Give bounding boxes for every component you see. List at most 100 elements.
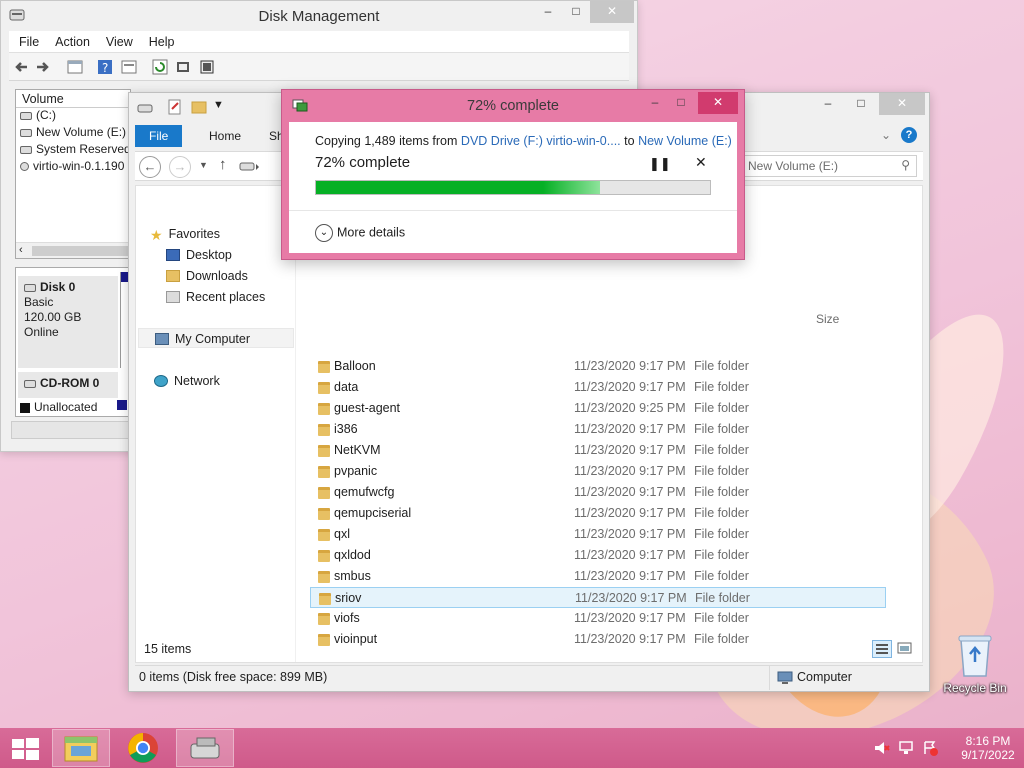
volume-column-header[interactable]: Volume: [16, 90, 130, 108]
windows-logo-icon: [12, 738, 39, 760]
status-divider: [769, 666, 770, 690]
minimize-button[interactable]: –: [813, 93, 843, 115]
network-icon[interactable]: [898, 740, 914, 756]
file-row[interactable]: sriov 11/23/2020 9:17 PM File folder: [310, 587, 886, 608]
recycle-bin-shortcut[interactable]: Recycle Bin: [940, 630, 1010, 702]
volume-row[interactable]: New Volume (E:): [16, 125, 130, 142]
explorer-status-bar: 0 items (Disk free space: 899 MB) Comput…: [135, 665, 923, 690]
disk-icon: [24, 283, 36, 292]
close-button[interactable]: ✕: [698, 92, 738, 114]
file-row[interactable]: viofs 11/23/2020 9:17 PM File folder: [310, 608, 886, 629]
nav-favorites[interactable]: ★ Favorites: [150, 224, 220, 244]
disk-list-icon[interactable]: [199, 59, 215, 75]
pause-button[interactable]: ❚❚: [649, 156, 671, 172]
nav-label: Downloads: [186, 269, 248, 283]
file-row[interactable]: qxl 11/23/2020 9:17 PM File folder: [310, 524, 886, 545]
file-row[interactable]: qxldod 11/23/2020 9:17 PM File folder: [310, 545, 886, 566]
folder-icon: [318, 550, 330, 562]
file-row[interactable]: Balloon 11/23/2020 9:17 PM File folder: [310, 356, 886, 377]
disk-status: Online: [24, 325, 59, 339]
details-view-icon[interactable]: [872, 640, 892, 658]
file-name: i386: [334, 422, 358, 436]
nav-downloads[interactable]: Downloads: [166, 266, 248, 286]
tab-file[interactable]: File: [135, 125, 183, 147]
cdrom-icon: [24, 379, 36, 388]
up-arrow-icon[interactable]: ↑: [219, 156, 227, 173]
menu-help[interactable]: Help: [139, 31, 181, 49]
size-column-header[interactable]: Size: [816, 312, 839, 326]
folder-icon: [318, 382, 330, 394]
nav-recent-places[interactable]: Recent places: [166, 287, 265, 307]
file-row[interactable]: data 11/23/2020 9:17 PM File folder: [310, 377, 886, 398]
file-row[interactable]: smbus 11/23/2020 9:17 PM File folder: [310, 566, 886, 587]
drive-icon: [20, 145, 32, 154]
menu-file[interactable]: File: [9, 31, 45, 49]
file-type: File folder: [694, 359, 749, 373]
file-row[interactable]: NetKVM 11/23/2020 9:17 PM File folder: [310, 440, 886, 461]
close-button[interactable]: ✕: [590, 1, 634, 23]
search-input[interactable]: h New Volume (E:) ⚲: [731, 155, 917, 177]
nav-my-computer[interactable]: My Computer: [138, 328, 294, 348]
file-row[interactable]: pvpanic 11/23/2020 9:17 PM File folder: [310, 461, 886, 482]
nav-label: Desktop: [186, 248, 232, 262]
file-type: File folder: [694, 569, 749, 583]
minimize-button[interactable]: –: [642, 92, 668, 114]
volume-row[interactable]: System Reserved: [16, 142, 130, 159]
file-name: data: [334, 380, 359, 394]
star-icon: ★: [150, 227, 163, 243]
more-details-button[interactable]: ⌄ More details: [315, 224, 405, 242]
file-row[interactable]: qemufwcfg 11/23/2020 9:17 PM File folder: [310, 482, 886, 503]
search-icon[interactable]: ⚲: [901, 158, 910, 172]
file-row[interactable]: vioinput 11/23/2020 9:17 PM File folder: [310, 629, 886, 650]
action-center-alert-icon[interactable]: [922, 740, 938, 756]
recent-locations-dropdown-icon[interactable]: ▼: [199, 160, 208, 170]
maximize-button[interactable]: □: [668, 92, 694, 114]
maximize-button[interactable]: □: [562, 1, 590, 23]
forward-arrow-icon[interactable]: [35, 59, 51, 75]
large-icons-view-icon[interactable]: [896, 640, 914, 658]
destination-link[interactable]: New Volume (E:): [638, 134, 732, 148]
cdrom-0-info[interactable]: CD-ROM 0: [18, 372, 118, 398]
cancel-button[interactable]: ✕: [695, 154, 707, 171]
taskbar-chrome[interactable]: [114, 729, 172, 767]
menu-view[interactable]: View: [96, 31, 139, 49]
quick-access-dropdown-icon[interactable]: ▼: [213, 99, 224, 111]
clock[interactable]: 8:16 PM 9/17/2022: [958, 734, 1018, 762]
new-folder-icon[interactable]: [191, 99, 207, 115]
close-button[interactable]: ✕: [879, 93, 925, 115]
refresh-icon[interactable]: [152, 59, 168, 75]
file-row[interactable]: qemupciserial 11/23/2020 9:17 PM File fold…: [310, 503, 886, 524]
minimize-button[interactable]: –: [534, 1, 562, 23]
help-icon[interactable]: ?: [901, 127, 917, 143]
scrollbar-thumb[interactable]: [32, 246, 128, 256]
nav-desktop[interactable]: Desktop: [166, 245, 232, 265]
scroll-left-icon[interactable]: ‹: [19, 244, 23, 256]
taskbar-disk-management[interactable]: [176, 729, 234, 767]
ribbon-expand-icon[interactable]: ⌄: [881, 128, 891, 142]
volume-row[interactable]: virtio-win-0.1.190: [16, 159, 130, 176]
properties-quick-icon[interactable]: [167, 99, 183, 115]
file-row[interactable]: i386 11/23/2020 9:17 PM File folder: [310, 419, 886, 440]
taskbar-file-explorer[interactable]: [52, 729, 110, 767]
source-link[interactable]: DVD Drive (F:) virtio-win-0....: [461, 134, 621, 148]
back-arrow-icon[interactable]: [13, 59, 29, 75]
console-tree-icon[interactable]: [67, 59, 83, 75]
nav-network[interactable]: Network: [154, 371, 220, 391]
file-date: 11/23/2020 9:17 PM: [574, 422, 686, 436]
settings-icon[interactable]: [175, 59, 191, 75]
file-row[interactable]: guest-agent 11/23/2020 9:25 PM File folder: [310, 398, 886, 419]
horizontal-scrollbar[interactable]: ‹: [16, 242, 130, 258]
volume-muted-icon[interactable]: [874, 741, 890, 755]
tab-home[interactable]: Home: [195, 125, 255, 147]
help-icon[interactable]: ?: [97, 59, 113, 75]
back-button[interactable]: ←: [139, 156, 161, 178]
file-explorer-icon: [64, 736, 98, 762]
properties-icon[interactable]: [121, 59, 137, 75]
disk-0-info[interactable]: Disk 0 Basic 120.00 GB Online: [18, 276, 118, 368]
maximize-button[interactable]: □: [846, 93, 876, 115]
forward-button[interactable]: →: [169, 156, 191, 178]
menu-action[interactable]: Action: [45, 31, 96, 49]
start-button[interactable]: [0, 729, 50, 767]
file-name: viofs: [334, 611, 360, 625]
volume-row[interactable]: (C:): [16, 108, 130, 125]
